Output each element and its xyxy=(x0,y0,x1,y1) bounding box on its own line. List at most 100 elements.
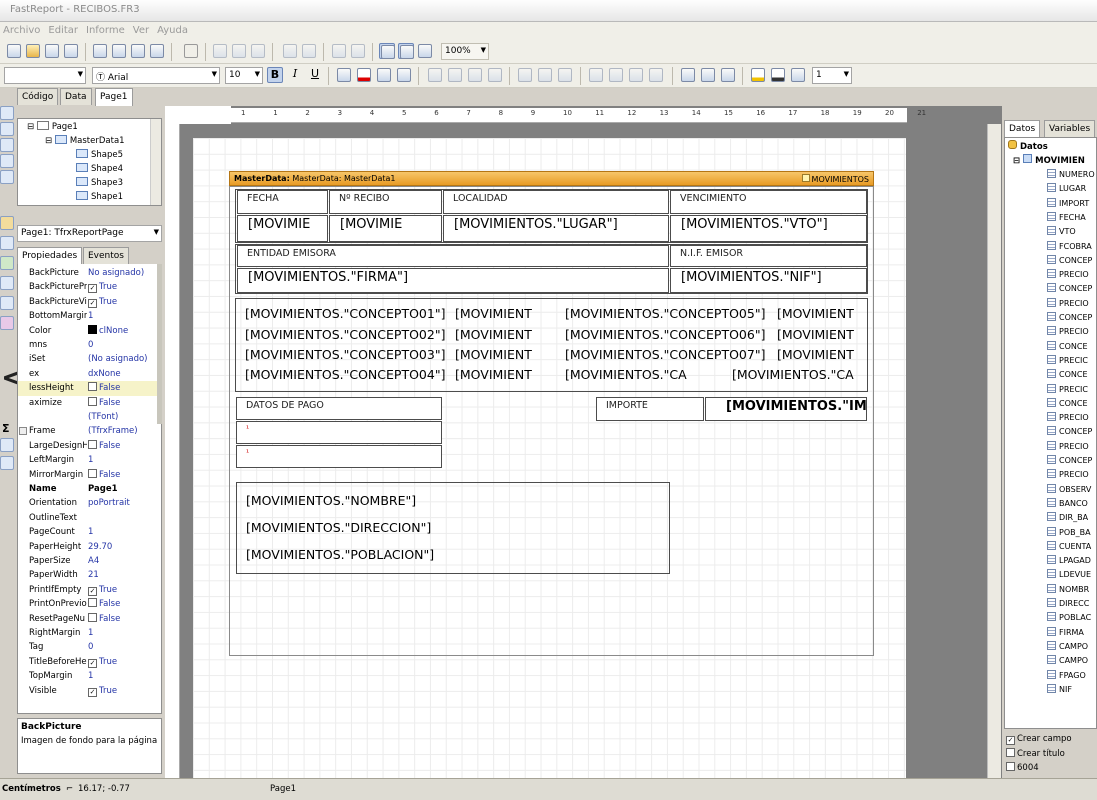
property-value[interactable]: dxNone xyxy=(88,367,158,381)
property-value[interactable]: 29.70 xyxy=(88,540,158,554)
menu-ayuda[interactable]: Ayuda xyxy=(154,22,193,36)
rotation-button[interactable] xyxy=(396,67,412,83)
checkbox-checked-icon[interactable]: ✓ xyxy=(88,658,97,668)
more-tools-icon[interactable] xyxy=(0,456,14,470)
property-value[interactable]: False xyxy=(88,396,158,410)
property-value[interactable]: False xyxy=(88,439,158,453)
align-top-button[interactable] xyxy=(517,67,533,83)
checkbox-icon[interactable] xyxy=(88,396,97,406)
tab-codigo[interactable]: Código xyxy=(17,88,59,105)
menu-archivo[interactable]: Archivo xyxy=(0,22,45,36)
delete-page-button[interactable] xyxy=(130,43,146,59)
property-value[interactable]: 21 xyxy=(88,568,158,582)
frame-bottom-button[interactable] xyxy=(608,67,624,83)
open-button[interactable] xyxy=(25,43,41,59)
property-row[interactable]: MirrorMargin False xyxy=(18,468,158,482)
preview-button[interactable] xyxy=(63,43,79,59)
property-value[interactable]: clNone xyxy=(88,324,158,338)
property-row[interactable]: BackPictureVi ✓ True xyxy=(18,295,158,309)
align-right-button[interactable] xyxy=(467,67,483,83)
tree-item-shape1[interactable]: Shape1 xyxy=(76,191,123,204)
property-row[interactable]: TopMargin 1 xyxy=(18,669,158,683)
data-field-item[interactable]: PRECIO xyxy=(1047,468,1097,482)
direccion-field[interactable]: [MOVIMIENTOS."DIRECCION"] xyxy=(246,520,431,535)
group-button[interactable] xyxy=(331,43,347,59)
data-field-item[interactable]: FPAGO xyxy=(1047,669,1097,683)
property-row[interactable]: BottomMargin 1 xyxy=(18,309,158,323)
chart-tool-icon[interactable] xyxy=(0,316,14,330)
bold-button[interactable]: B xyxy=(267,67,283,83)
property-value[interactable]: False xyxy=(88,468,158,482)
text-tool-icon[interactable] xyxy=(0,154,14,168)
data-field-item[interactable]: POBLAC xyxy=(1047,611,1097,625)
nif-field[interactable]: [MOVIMIENTOS."NIF"] xyxy=(670,268,867,293)
data-field-item[interactable]: FECHA xyxy=(1047,211,1097,225)
subreport-tool-icon[interactable] xyxy=(0,276,14,290)
data-field-item[interactable]: PRECIO xyxy=(1047,268,1097,282)
property-value[interactable]: (TFont) xyxy=(88,410,158,424)
property-row[interactable]: LeftMargin 1 xyxy=(18,453,158,467)
property-value[interactable]: 0 xyxy=(88,338,158,352)
object-selector[interactable]: Page1: TfrxReportPage ▼ xyxy=(17,225,162,242)
data-field-item[interactable]: PRECIO xyxy=(1047,411,1097,425)
menu-editar[interactable]: Editar xyxy=(45,22,83,36)
checkbox-checked-icon[interactable]: ✓ xyxy=(88,298,97,308)
data-field-item[interactable]: CAMPO xyxy=(1047,654,1097,668)
precio07-field[interactable]: [MOVIMIENT xyxy=(777,347,857,362)
save-button[interactable] xyxy=(44,43,60,59)
property-row[interactable]: PaperHeight 29.70 xyxy=(18,540,158,554)
dataset-movimientos[interactable]: ⊟ MOVIMIEN xyxy=(1013,154,1085,166)
paste-button[interactable] xyxy=(250,43,266,59)
new-page-button[interactable] xyxy=(92,43,108,59)
localidad-label[interactable]: LOCALIDAD xyxy=(443,190,669,214)
checkbox-icon[interactable] xyxy=(88,468,97,478)
workspace-scrollbar[interactable] xyxy=(987,124,1001,778)
datos-pago-label[interactable]: DATOS DE PAGO xyxy=(236,397,442,420)
property-row[interactable]: PaperWidth 21 xyxy=(18,568,158,582)
data-field-item[interactable]: NUMERO xyxy=(1047,168,1097,182)
lugar-field[interactable]: [MOVIMIENTOS."LUGAR"] xyxy=(443,215,669,242)
underline-button[interactable]: U xyxy=(307,67,323,83)
cut-button[interactable] xyxy=(212,43,228,59)
align-bottom-button[interactable] xyxy=(557,67,573,83)
data-field-item[interactable]: CONCE xyxy=(1047,340,1097,354)
nif-label[interactable]: N.I.F. EMISOR xyxy=(670,245,867,267)
copy-button[interactable] xyxy=(231,43,247,59)
checkbox-checked-icon[interactable]: ✓ xyxy=(88,284,97,294)
precio04-field[interactable]: [MOVIMIENT xyxy=(455,367,532,382)
property-row[interactable]: lessHeight False xyxy=(18,381,158,396)
shadow-button[interactable] xyxy=(720,67,736,83)
font-size-select[interactable]: 10 ▼ xyxy=(225,67,263,84)
data-field-item[interactable]: CONCEP xyxy=(1047,254,1097,268)
page-number-option[interactable]: 6004 xyxy=(1006,762,1039,773)
data-field-item[interactable]: CONCE xyxy=(1047,397,1097,411)
data-field-item[interactable]: CONCEP xyxy=(1047,282,1097,296)
data-field-item[interactable]: PRECIC xyxy=(1047,383,1097,397)
property-row[interactable]: Orientation poPortrait xyxy=(18,496,158,510)
show-grid-button[interactable] xyxy=(379,43,395,59)
vencimiento-label[interactable]: VENCIMIENTO xyxy=(670,190,867,214)
vto-field[interactable]: [MOVIMIENTOS."VTO"] xyxy=(670,215,867,242)
concepto04-field[interactable]: [MOVIMIENTOS."CONCEPTO04"] xyxy=(245,367,445,382)
property-value[interactable]: ✓ True xyxy=(88,655,158,669)
checkbox-icon[interactable] xyxy=(88,382,97,392)
tab-propiedades[interactable]: Propiedades xyxy=(17,247,83,265)
data-field-item[interactable]: CONCE xyxy=(1047,368,1097,382)
property-row[interactable]: iSet (No asignado) xyxy=(18,352,158,366)
concepto08-field[interactable]: [MOVIMIENTOS."CA xyxy=(565,367,687,382)
property-row[interactable]: PrintIfEmpty ✓ True xyxy=(18,583,158,597)
property-row[interactable]: mns 0 xyxy=(18,338,158,352)
checkbox-tool-icon[interactable] xyxy=(0,438,14,452)
property-row[interactable]: ex dxNone xyxy=(18,367,158,381)
frame-right-button[interactable] xyxy=(648,67,664,83)
property-value[interactable]: False xyxy=(88,612,158,626)
data-field-item[interactable]: PRECIC xyxy=(1047,354,1097,368)
precio08-field[interactable]: [MOVIMIENTOS."CA xyxy=(732,367,860,382)
property-row[interactable]: RightMargin 1 xyxy=(18,626,158,640)
sum-icon[interactable]: Σ xyxy=(2,422,10,435)
font-color-button[interactable] xyxy=(356,67,372,83)
pago-line1-field[interactable] xyxy=(236,421,442,444)
tree-item-shape4[interactable]: Shape4 xyxy=(76,163,123,176)
property-row[interactable]: Color clNone xyxy=(18,324,158,338)
data-field-item[interactable]: PRECIO xyxy=(1047,440,1097,454)
